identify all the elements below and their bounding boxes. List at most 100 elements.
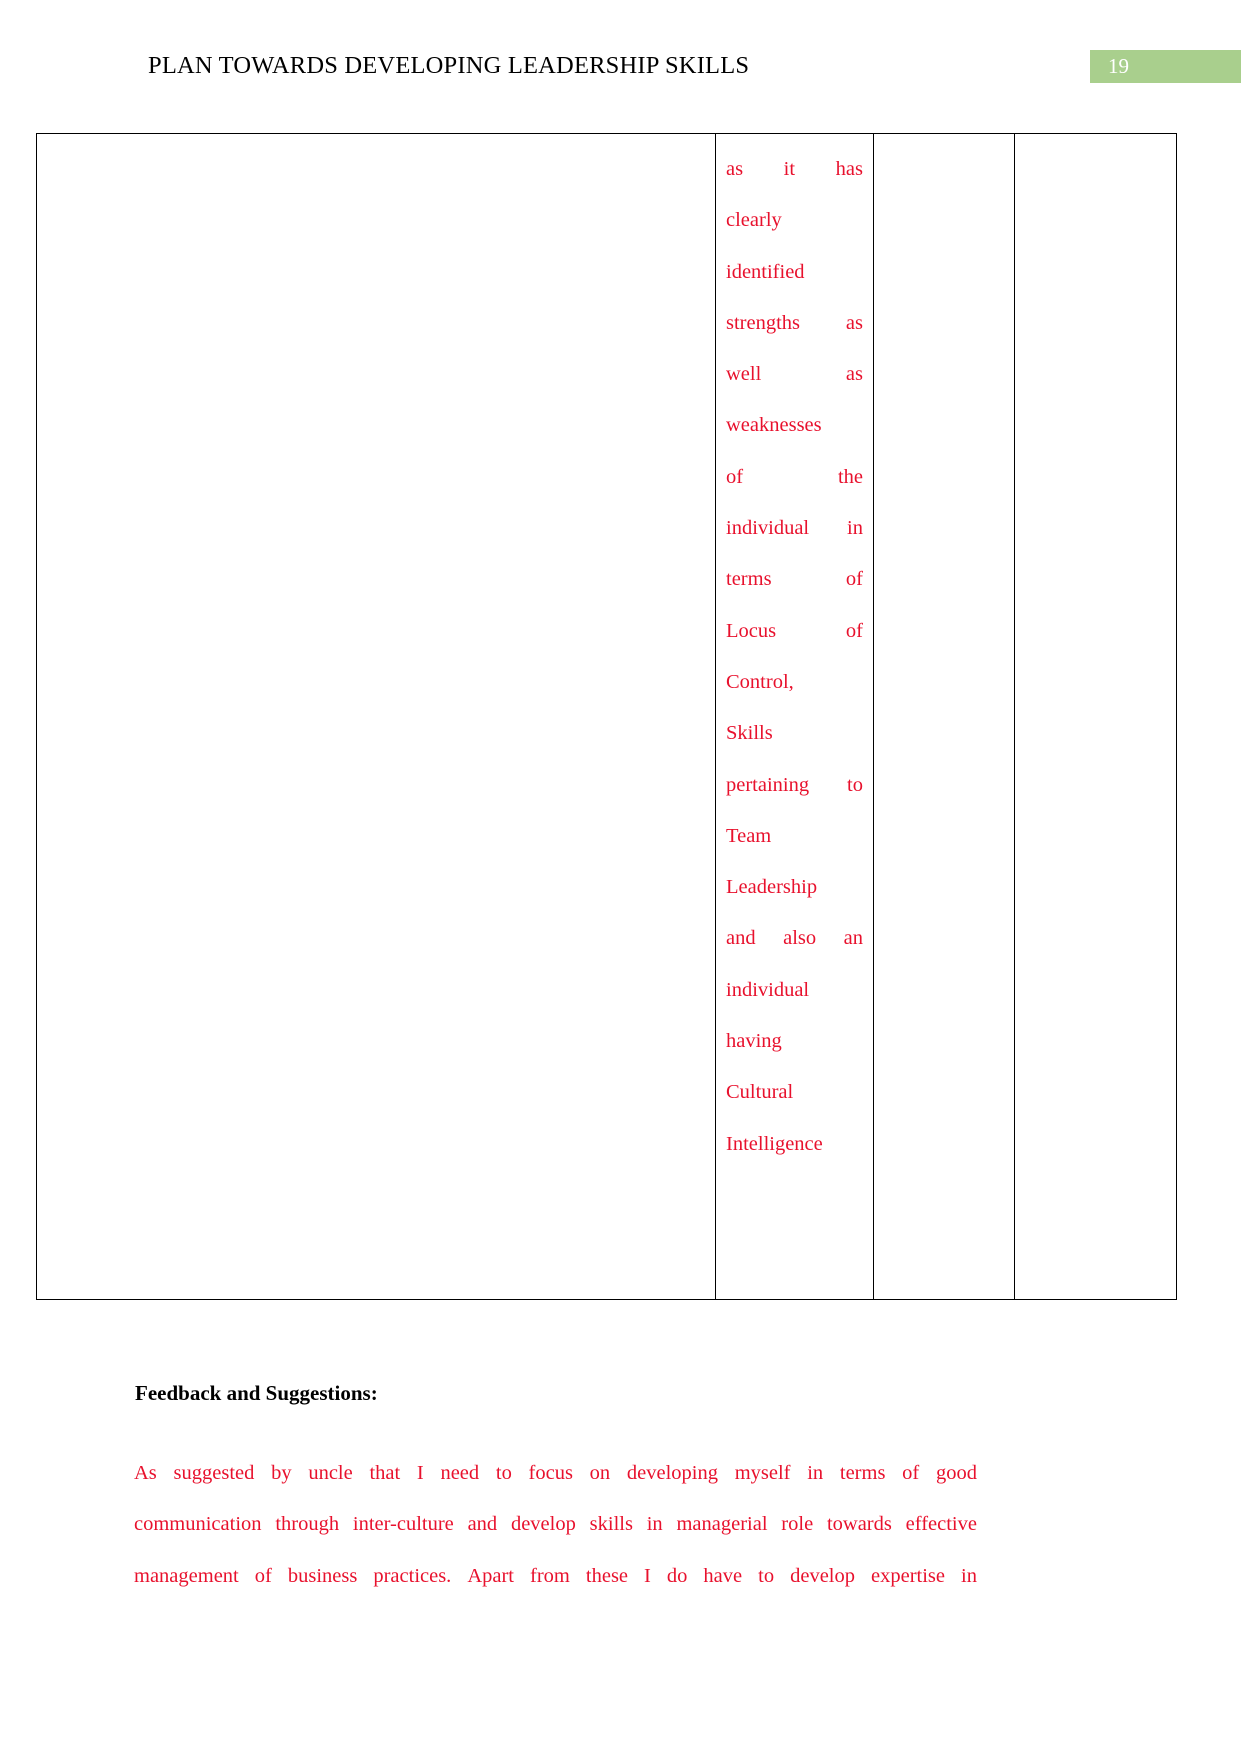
text-word: I: [416, 1462, 424, 1484]
text-word: inter-culture: [352, 1513, 454, 1536]
paragraph-line: As suggested by uncle that Ineed to focus on dev…: [134, 1448, 977, 1499]
table-row: as it has clearly identified strengths as well a…: [36, 133, 1177, 1300]
cell-text-line: of the: [726, 452, 863, 503]
feedback-paragraph: As suggested by uncle that Ineed to focus on dev…: [134, 1448, 977, 1602]
table-cell-column-2: as it has clearly identified strengths as well a…: [715, 133, 874, 1300]
text-word: focus: [528, 1462, 573, 1484]
cell-text-line: Control,: [726, 657, 863, 708]
text-word: management: [134, 1564, 239, 1587]
table-cell-column-3: [873, 133, 1015, 1300]
text-word: Cultural: [726, 1081, 794, 1104]
text-word: myself: [734, 1462, 791, 1484]
text-word: skills: [589, 1513, 633, 1536]
text-word: good: [935, 1462, 977, 1484]
text-word: of: [845, 568, 863, 591]
cell-text-line: terms of: [726, 554, 863, 605]
text-word: in: [847, 517, 863, 540]
cell-text-line: as it has: [726, 144, 863, 195]
text-word: these: [585, 1564, 629, 1587]
text-word: Control,: [726, 670, 794, 693]
text-word: has: [835, 158, 863, 180]
text-word: as: [845, 311, 863, 334]
content-table: as it has clearly identified strengths as well a…: [36, 133, 1177, 1300]
cell-text-line: identified: [726, 247, 863, 298]
text-word: managerial: [676, 1513, 768, 1536]
text-word: terms: [726, 568, 772, 591]
text-word: business: [287, 1564, 358, 1587]
text-word: through: [275, 1513, 340, 1536]
text-word: expertise: [871, 1564, 946, 1587]
text-word: role: [781, 1513, 814, 1536]
feedback-heading: Feedback and Suggestions:: [135, 1381, 378, 1405]
text-word: developing: [626, 1462, 718, 1484]
text-word: Intelligence: [726, 1132, 823, 1155]
cell-text-line: Skills: [726, 708, 863, 759]
text-word: also: [783, 927, 817, 950]
text-word: Leadership: [726, 876, 818, 899]
text-word: in: [961, 1564, 977, 1587]
text-word: communication: [134, 1513, 262, 1536]
text-word: need: [440, 1462, 480, 1484]
cell-text-line: clearly: [726, 195, 863, 246]
cell-text-line: Team: [726, 811, 863, 862]
text-word: As: [134, 1462, 157, 1484]
text-word: to: [758, 1564, 775, 1587]
text-word: well: [726, 363, 762, 386]
cell-text-line: and also an: [726, 913, 863, 964]
page-header: PLAN TOWARDS DEVELOPING LEADERSHIP SKILL…: [0, 0, 1241, 110]
text-word: I: [644, 1564, 651, 1587]
cell-text-line: pertaining to: [726, 760, 863, 811]
table-cell-column-1: [36, 133, 716, 1300]
cell-text-line: individual: [726, 965, 863, 1016]
text-word: weaknesses: [726, 414, 822, 437]
text-word: of: [726, 465, 744, 488]
paragraph-line: communication through inter-culture and deve…: [134, 1499, 977, 1550]
text-word: develop: [790, 1564, 855, 1587]
text-word: an: [843, 927, 863, 950]
text-word: to: [847, 773, 863, 796]
text-word: identified: [726, 260, 805, 283]
table-cell-column-4: [1014, 133, 1177, 1300]
cell-text-line: strengths as: [726, 298, 863, 349]
text-word: individual: [726, 978, 810, 1001]
text-word: of: [902, 1462, 920, 1484]
text-word: by: [271, 1462, 292, 1484]
text-word: effective: [905, 1513, 977, 1536]
paragraph-line: management of business practices. Apart from t…: [134, 1551, 977, 1602]
page-number-badge: 19: [1090, 50, 1241, 83]
cell-text-line: weaknesses: [726, 400, 863, 451]
text-word: it: [783, 158, 796, 180]
text-word: terms: [839, 1462, 886, 1484]
page-title: PLAN TOWARDS DEVELOPING LEADERSHIP SKILL…: [148, 52, 750, 79]
text-word: uncle: [308, 1462, 353, 1484]
text-word: in: [807, 1462, 824, 1484]
text-word: that: [369, 1462, 401, 1484]
text-word: having: [726, 1030, 782, 1053]
text-word: individual: [726, 517, 810, 540]
text-word: to: [495, 1462, 512, 1484]
text-word: towards: [826, 1513, 892, 1536]
text-word: strengths: [726, 311, 801, 334]
text-word: pertaining: [726, 773, 810, 796]
cell-text-line: Locus of: [726, 606, 863, 657]
text-word: Skills: [726, 722, 773, 745]
text-word: of: [845, 619, 863, 642]
page-number-label: 19: [1108, 54, 1129, 78]
cell-text-line: individual in: [726, 503, 863, 554]
cell-text-line: Leadership: [726, 862, 863, 913]
text-word: Locus: [726, 619, 777, 642]
text-word: in: [646, 1513, 663, 1536]
text-word: of: [254, 1564, 272, 1587]
text-word: Team: [726, 824, 772, 847]
text-word: from: [530, 1564, 570, 1587]
text-word: suggested: [173, 1462, 255, 1484]
text-word: on: [589, 1462, 611, 1484]
text-word: practices.: [373, 1564, 452, 1587]
cell-text-line: Cultural: [726, 1067, 863, 1118]
cell-text-line: Intelligence: [726, 1119, 863, 1170]
cell-text-line: well as: [726, 349, 863, 400]
cell-red-text: as it has clearly identified strengths as well a…: [716, 134, 873, 1170]
text-word: as: [845, 363, 863, 386]
text-word: clearly: [726, 209, 782, 232]
text-word: Apart: [467, 1564, 515, 1587]
